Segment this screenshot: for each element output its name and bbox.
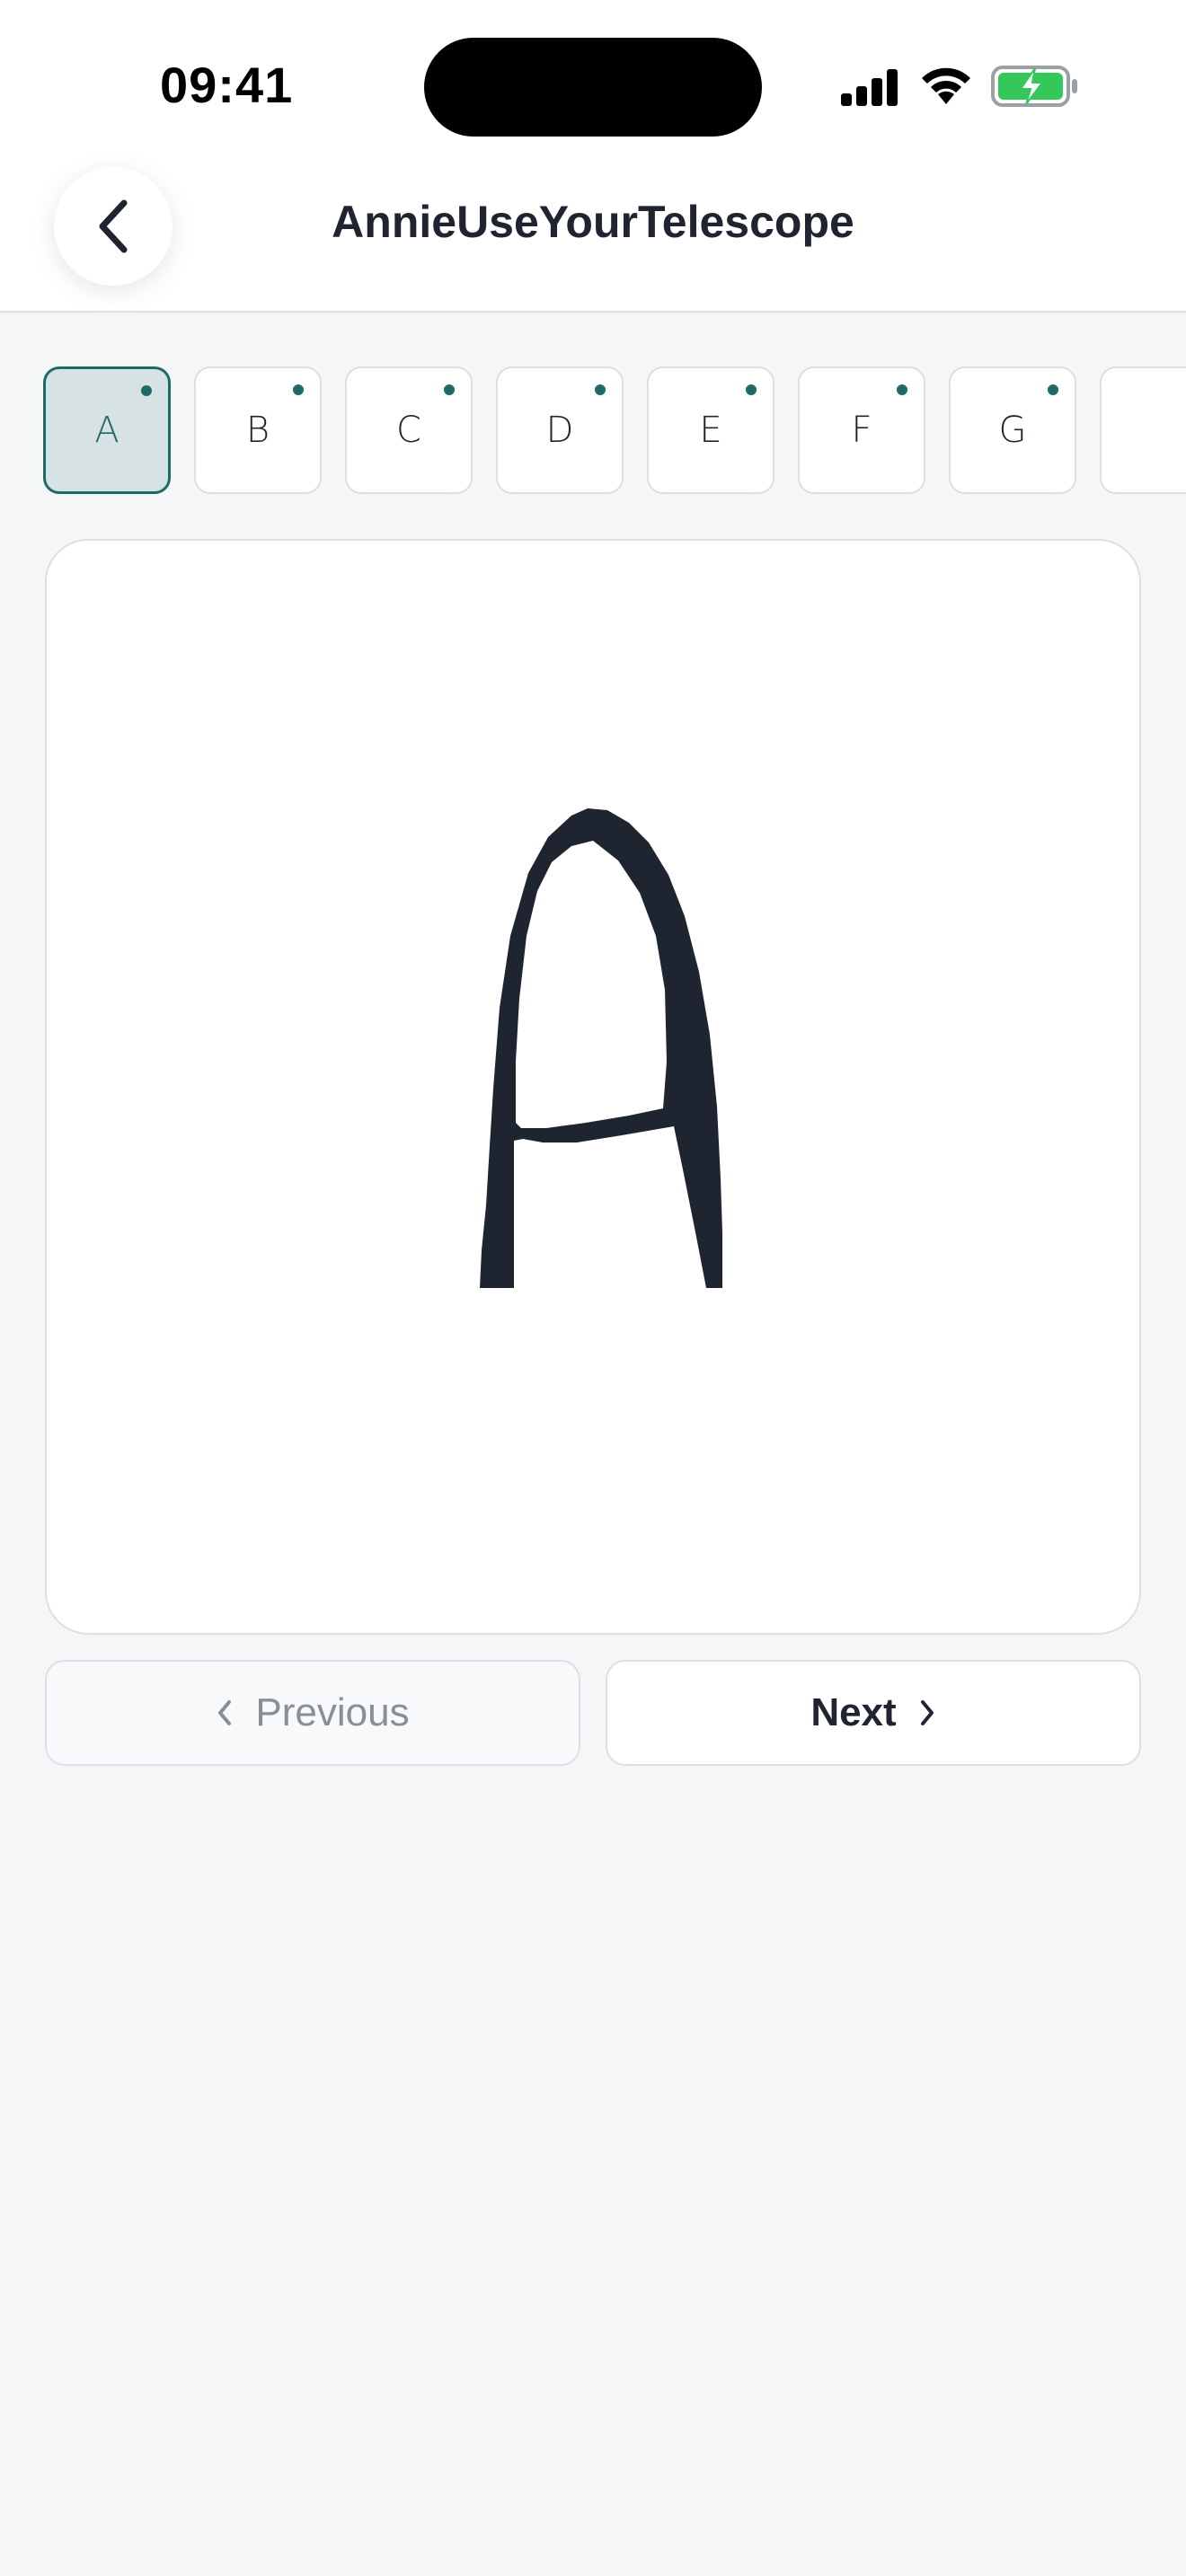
glyph-tile-label: E — [699, 410, 722, 451]
next-button[interactable]: Next — [606, 1660, 1141, 1766]
glyph-preview-a — [480, 808, 722, 1288]
glyph-status-dot — [746, 384, 757, 395]
glyph-tile-label: F — [851, 410, 872, 451]
top-bar: 09:41 AnnieUseYourTelescope — [0, 0, 1186, 313]
battery-charging-icon — [991, 66, 1077, 107]
glyph-tile-b[interactable]: B — [194, 366, 322, 494]
glyph-status-dot — [293, 384, 304, 395]
glyph-tile-c[interactable]: C — [345, 366, 473, 494]
glyph-status-dot — [444, 384, 455, 395]
glyph-tile-label: G — [998, 410, 1027, 451]
glyph-tile-partial[interactable] — [1100, 366, 1186, 494]
glyph-tile-label: C — [396, 410, 421, 451]
dynamic-island — [424, 38, 762, 137]
glyph-status-dot — [141, 385, 152, 396]
glyph-status-dot — [897, 384, 907, 395]
glyph-tile-g[interactable]: G — [949, 366, 1076, 494]
glyph-tile-label: B — [245, 410, 270, 451]
glyph-tile-e[interactable]: E — [647, 366, 774, 494]
glyph-status-dot — [595, 384, 606, 395]
glyph-selector: A B C D E F G — [43, 366, 1186, 496]
chevron-right-icon — [920, 1700, 934, 1725]
status-time: 09:41 — [160, 57, 294, 113]
previous-button-label: Previous — [255, 1690, 410, 1734]
previous-button[interactable]: Previous — [45, 1660, 580, 1766]
cellular-signal-icon — [841, 69, 898, 106]
next-button-label: Next — [810, 1690, 897, 1734]
page-title: AnnieUseYourTelescope — [332, 197, 854, 247]
glyph-status-dot — [1048, 384, 1058, 395]
glyph-tile-label: A — [94, 410, 119, 451]
wifi-icon — [922, 67, 970, 104]
glyph-tile-f[interactable]: F — [798, 366, 925, 494]
glyph-tile-label: D — [545, 410, 574, 451]
glyph-tile-d[interactable]: D — [496, 366, 624, 494]
glyph-tile-a[interactable]: A — [43, 366, 171, 494]
chevron-left-icon — [218, 1700, 232, 1725]
glyph-preview-canvas — [45, 539, 1141, 1635]
